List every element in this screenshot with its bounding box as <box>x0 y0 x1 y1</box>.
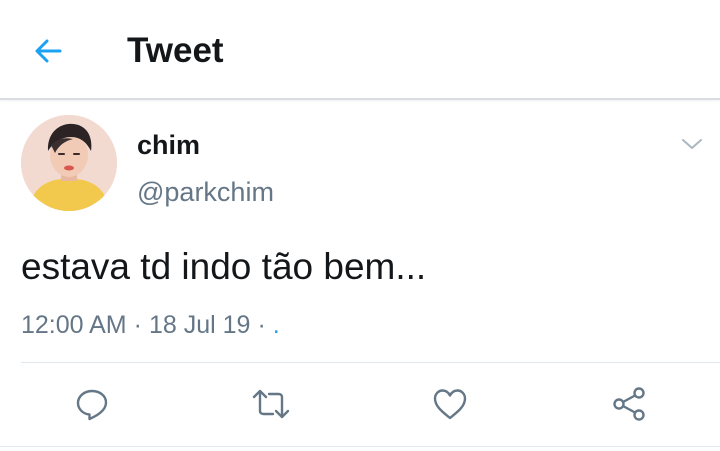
heart-icon <box>433 389 467 420</box>
retweet-icon <box>252 389 290 419</box>
tweet-date: 18 Jul 19 <box>148 311 251 339</box>
tweet-text: estava td indo tão bem... <box>21 246 427 287</box>
tweet-detail-screen: Tweet chim @parkchim estava td indo tão … <box>0 0 720 451</box>
divider <box>0 446 720 447</box>
tweet-timestamp: 12:00 AM · 18 Jul 19 ·. <box>21 309 280 341</box>
meta-separator: · <box>133 311 142 339</box>
reply-button[interactable] <box>72 384 112 424</box>
tweet-source-link[interactable]: . <box>273 311 280 339</box>
retweet-button[interactable] <box>251 384 291 424</box>
share-button[interactable] <box>609 384 649 424</box>
divider <box>21 362 720 363</box>
user-handle[interactable]: @parkchim <box>137 175 274 209</box>
display-name[interactable]: chim <box>137 128 200 162</box>
back-button[interactable] <box>28 31 68 71</box>
chevron-down-icon <box>682 139 702 149</box>
avatar[interactable] <box>21 115 117 211</box>
page-title: Tweet <box>127 31 224 70</box>
arrow-left-icon <box>35 39 62 63</box>
share-icon <box>613 387 645 421</box>
top-app-bar: Tweet <box>0 0 720 100</box>
like-button[interactable] <box>430 384 470 424</box>
tweet-options-button[interactable] <box>676 128 708 160</box>
meta-separator: · <box>257 311 266 339</box>
profile-photo <box>21 115 117 211</box>
reply-icon <box>76 389 108 421</box>
tweet-time: 12:00 AM <box>21 311 127 339</box>
